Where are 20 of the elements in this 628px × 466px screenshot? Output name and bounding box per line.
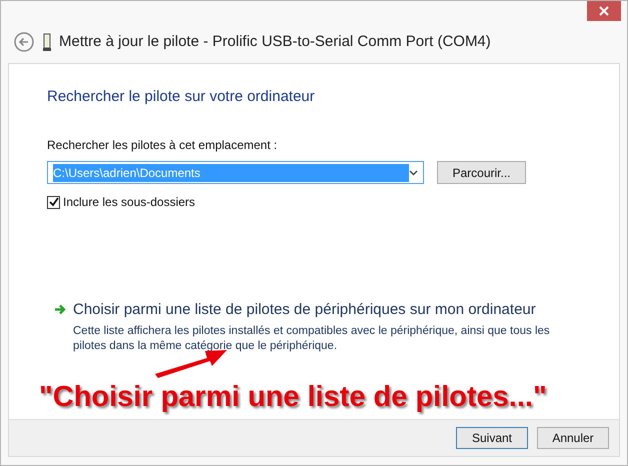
dropdown-icon <box>409 170 418 176</box>
location-value: C:\Users\adrien\Documents <box>53 164 409 182</box>
annotation-text: "Choisir parmi une liste de pilotes..." <box>39 380 548 414</box>
close-icon <box>599 6 609 16</box>
dialog-button[interactable]: Annuler <box>537 427 609 449</box>
link-description: Cette liste affichera les pilotes installés et compatibles avec le périphérique, ainsi que tous les pilotes dans la même catégorie que le périphérique. <box>73 324 551 354</box>
location-label: Rechercher les pilotes à cet emplacement : <box>47 137 278 154</box>
back-button[interactable] <box>13 30 35 53</box>
checkbox[interactable] <box>47 196 60 208</box>
arrow-icon <box>55 304 67 315</box>
browse-button[interactable]: Parcourir... <box>437 161 526 184</box>
check-icon <box>48 197 58 207</box>
window-title: Mettre à jour le pilote - Prolific USB-to-Serial Comm Port (COM4) <box>59 32 491 52</box>
driver-list-link[interactable]: Choisir parmi une liste de pilotes de périphériques sur mon ordinateur <box>73 299 563 322</box>
usb-device-icon <box>43 32 51 51</box>
back-icon <box>14 32 34 52</box>
checkbox-label: Inclure les sous-dossiers <box>63 194 196 211</box>
dialog-button[interactable]: Suivant <box>456 427 528 449</box>
section-heading: Rechercher le pilote sur votre ordinateur <box>47 86 316 106</box>
close-button[interactable] <box>587 1 621 21</box>
